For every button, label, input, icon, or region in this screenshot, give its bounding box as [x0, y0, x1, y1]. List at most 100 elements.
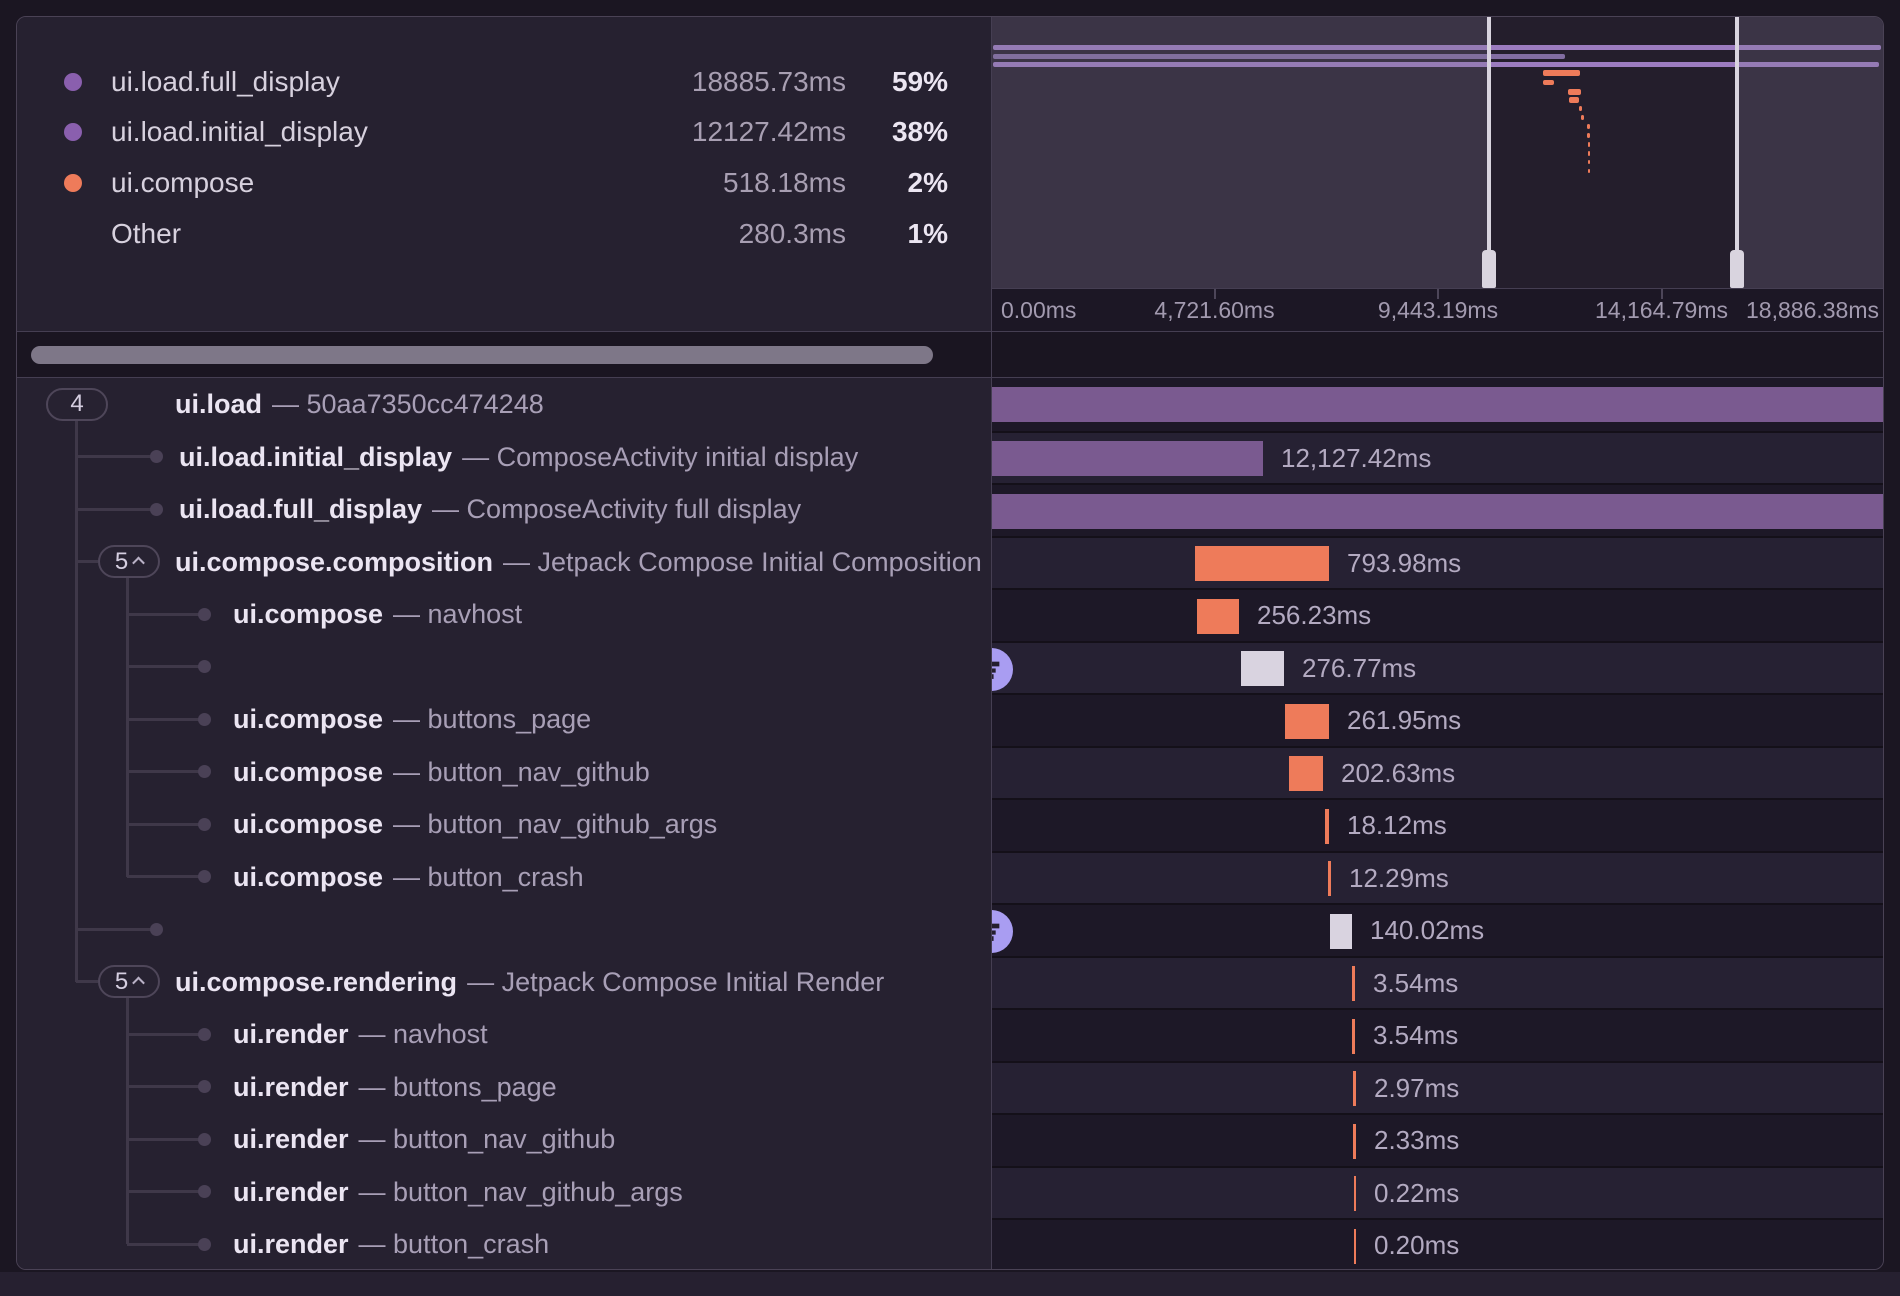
horizontal-scrollbar-track[interactable] [17, 331, 1884, 378]
tree-connector-line [127, 1243, 204, 1246]
tree-row-ui.compose-button_nav_github[interactable]: ui.compose— button_nav_github [17, 746, 991, 799]
span-bar-row[interactable]: 140.02ms [992, 903, 1884, 956]
legend-item-duration: 18885.73ms [692, 65, 846, 99]
span-title: ui.load.full_display— ComposeActivity fu… [179, 483, 801, 536]
span-duration-label: 3.54ms [1373, 958, 1458, 1009]
span-bar-row[interactable] [992, 483, 1884, 536]
span-duration-label: 18.12ms [1347, 800, 1447, 851]
tree-row-ui.compose-navhost[interactable]: ui.compose— navhost [17, 588, 991, 641]
span-bar-row[interactable]: 276.77ms [992, 641, 1884, 694]
span-bar-row[interactable]: 261.95ms [992, 693, 1884, 746]
tree-connector-line [76, 980, 98, 983]
span-operation: ui.render [233, 1019, 349, 1049]
span-title: ui.load — 50aa7350cc474248 [175, 378, 544, 431]
span-operation: ui.load [175, 389, 262, 419]
span-description: — button_crash [393, 862, 584, 892]
profile-span-bar[interactable] [1330, 914, 1352, 949]
span-operation: ui.compose [233, 704, 383, 734]
span-bar-row[interactable]: 202.63ms [992, 746, 1884, 799]
legend-item-label: ui.compose [111, 166, 254, 200]
span-operation: ui.compose [233, 757, 383, 787]
timeline-minimap[interactable] [991, 17, 1884, 288]
span-count-badge[interactable]: 4 [46, 388, 108, 421]
span-title: ui.render— button_crash [233, 1218, 549, 1270]
span-duration-label: 3.54ms [1373, 1010, 1458, 1061]
tree-row-ui.load.initial_display-composeactivity-initial-display[interactable]: ui.load.initial_display— ComposeActivity… [17, 431, 991, 484]
tree-row-profile-span[interactable] [17, 903, 991, 956]
span-duration-label: 12.29ms [1349, 853, 1449, 904]
span-operation: ui.compose [233, 862, 383, 892]
span-duration-bar[interactable] [1195, 546, 1329, 581]
profile-span-bar[interactable] [1241, 651, 1284, 686]
span-description: — buttons_page [359, 1072, 557, 1102]
span-duration-label: 202.63ms [1341, 748, 1455, 799]
span-duration-bar[interactable] [1328, 861, 1331, 896]
span-bar-row[interactable]: 18.12ms [992, 798, 1884, 851]
tree-row-ui.compose-button_nav_github_args[interactable]: ui.compose— button_nav_github_args [17, 798, 991, 851]
span-count-badge[interactable]: 5 [98, 965, 160, 998]
span-duration-bar[interactable] [1289, 756, 1323, 791]
span-bar-row[interactable]: 0.22ms [992, 1166, 1884, 1219]
tree-row-ui.render-buttons_page[interactable]: ui.render— buttons_page [17, 1061, 991, 1114]
profiler-badge[interactable] [992, 910, 1013, 953]
span-duration-bar[interactable] [1353, 1071, 1356, 1106]
span-duration-bar[interactable] [1354, 1176, 1356, 1211]
span-bar-row[interactable]: 12.29ms [992, 851, 1884, 904]
span-description: — 50aa7350cc474248 [272, 389, 544, 419]
tree-row-ui.compose-buttons_page[interactable]: ui.compose— buttons_page [17, 693, 991, 746]
span-duration-bar[interactable] [992, 387, 1884, 422]
legend-item-label: ui.load.full_display [111, 65, 340, 99]
span-bar-row[interactable] [992, 378, 1884, 431]
tree-row-ui.render-button_crash[interactable]: ui.render— button_crash [17, 1218, 991, 1270]
minimap-span [1588, 151, 1590, 156]
profiler-badge[interactable] [992, 648, 1013, 691]
tree-connector-line [76, 560, 98, 563]
tree-row-ui.load.full_display-composeactivity-full-display[interactable]: ui.load.full_display— ComposeActivity fu… [17, 483, 991, 536]
span-bullet-icon [150, 923, 163, 936]
horizontal-scrollbar-thumb[interactable] [31, 346, 933, 364]
tree-row-ui.render-button_nav_github[interactable]: ui.render— button_nav_github [17, 1113, 991, 1166]
tree-connector-line [127, 665, 204, 668]
span-duration-bar[interactable] [992, 441, 1263, 476]
tree-row-ui.compose-button_crash[interactable]: ui.compose — button_crash [17, 851, 991, 904]
span-description: — Jetpack Compose Initial Composition [503, 547, 982, 577]
span-bar-row[interactable]: 2.33ms [992, 1113, 1884, 1166]
tree-row-ui.render-navhost[interactable]: ui.render— navhost [17, 1008, 991, 1061]
span-bar-row[interactable]: 3.54ms [992, 956, 1884, 1009]
minimap-span [1588, 160, 1590, 164]
span-title: ui.compose— button_nav_github [233, 746, 650, 799]
span-duration-bar[interactable] [1285, 704, 1329, 739]
tree-row-profile-span[interactable] [17, 641, 991, 694]
span-bar-row[interactable]: 256.23ms [992, 588, 1884, 641]
span-bar-row[interactable]: 793.98ms [992, 536, 1884, 589]
span-duration-bar[interactable] [1352, 1019, 1355, 1054]
selection-handle-right[interactable] [1735, 17, 1739, 288]
span-title: ui.compose— navhost [233, 588, 522, 641]
span-duration-bar[interactable] [1352, 966, 1355, 1001]
span-duration-bar[interactable] [1325, 809, 1329, 844]
span-bar-row[interactable]: 3.54ms [992, 1008, 1884, 1061]
span-duration-bar[interactable] [992, 494, 1884, 529]
panel-divider[interactable] [991, 17, 992, 1270]
span-title: ui.compose — button_crash [233, 851, 584, 904]
span-duration-label: 140.02ms [1370, 905, 1484, 956]
tree-row-ui.render-button_nav_github_args[interactable]: ui.render— button_nav_github_args [17, 1166, 991, 1219]
span-duration-bar[interactable] [1197, 599, 1239, 634]
span-description: — Jetpack Compose Initial Render [467, 967, 884, 997]
span-bar-row[interactable]: 12,127.42ms [992, 431, 1884, 484]
span-duration-bar[interactable] [1354, 1229, 1356, 1264]
span-description: — ComposeActivity full display [432, 494, 801, 524]
selection-handle-left[interactable] [1487, 17, 1491, 288]
span-bar-row[interactable]: 2.97ms [992, 1061, 1884, 1114]
span-duration-bar[interactable] [1353, 1124, 1356, 1159]
tree-row-ui.compose.composition-jetpack-compose-initial-composition[interactable]: 5ui.compose.composition— Jetpack Compose… [17, 536, 991, 589]
span-bullet-icon [150, 503, 163, 516]
bottom-strip [0, 1272, 1900, 1296]
tree-row-ui.load-50aa7350cc474248[interactable]: 4 ui.load — 50aa7350cc474248 [17, 378, 991, 431]
span-bar-row[interactable]: 0.20ms [992, 1218, 1884, 1270]
span-count-badge[interactable]: 5 [98, 545, 160, 578]
legend-item-duration: 12127.42ms [692, 115, 846, 149]
selection-handle-left-grip[interactable] [1482, 250, 1496, 288]
selection-handle-right-grip[interactable] [1730, 250, 1744, 288]
tree-row-ui.compose.rendering-jetpack-compose-initial-render[interactable]: 5ui.compose.rendering— Jetpack Compose I… [17, 956, 991, 1009]
